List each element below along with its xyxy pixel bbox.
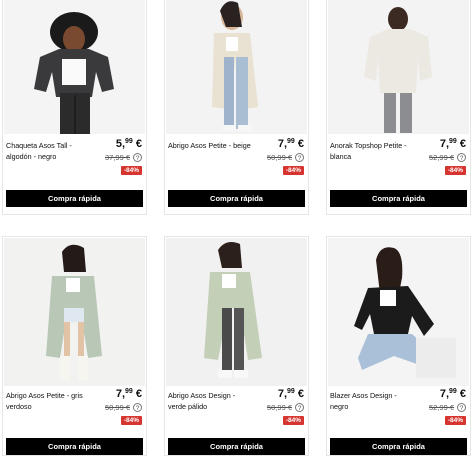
model-photo-pale-green-coat — [166, 238, 307, 386]
old-price-row: 50,99 € ? — [267, 153, 304, 162]
model-photo-black-jacket — [4, 0, 145, 134]
product-card[interactable]: Abrigo Asos Petite - beige 7,99 € 50,99 … — [164, 0, 309, 215]
product-price: 7,99 € — [277, 138, 304, 150]
discount-badge: -84% — [444, 416, 466, 425]
quick-buy-button[interactable]: Compra rápida — [330, 438, 467, 455]
old-price: 52,99 € — [428, 153, 454, 162]
old-price-row: 37,99 € ? — [105, 153, 142, 162]
product-price: 7,99 € — [439, 388, 466, 400]
product-name[interactable]: Chaqueta Asos Tall - algodón - negro — [6, 140, 92, 162]
model-photo-black-blazer — [328, 238, 469, 386]
product-card[interactable]: Abrigo Asos Design - verde pálido 7,99 €… — [164, 236, 309, 456]
product-image[interactable] — [328, 238, 469, 386]
info-icon[interactable]: ? — [133, 403, 142, 412]
info-icon[interactable]: ? — [295, 403, 304, 412]
old-price: 37,99 € — [104, 153, 130, 162]
old-price-row: 50,99 € ? — [105, 403, 142, 412]
discount-badge: -84% — [282, 166, 304, 175]
quick-buy-button[interactable]: Compra rápida — [6, 438, 143, 455]
old-price: 50,99 € — [266, 403, 292, 412]
product-card[interactable]: Blazer Asos Design - negro 7,99 € 52,99 … — [326, 236, 471, 456]
quick-buy-button[interactable]: Compra rápida — [168, 190, 305, 207]
quick-buy-button[interactable]: Compra rápida — [330, 190, 467, 207]
discount-badge: -84% — [120, 166, 142, 175]
product-image[interactable] — [328, 0, 469, 134]
old-price: 52,99 € — [428, 403, 454, 412]
product-card[interactable]: Abrigo Asos Petite - gris verdoso 7,99 €… — [2, 236, 147, 456]
info-icon[interactable]: ? — [457, 153, 466, 162]
info-icon[interactable]: ? — [295, 153, 304, 162]
product-price: 7,99 € — [115, 388, 142, 400]
product-card[interactable]: Chaqueta Asos Tall - algodón - negro 5,9… — [2, 0, 147, 215]
product-image[interactable] — [166, 238, 307, 386]
product-name[interactable]: Abrigo Asos Design - verde pálido — [168, 390, 254, 412]
model-photo-white-anorak — [328, 0, 469, 134]
model-photo-beige-coat — [166, 0, 307, 134]
old-price-row: 50,99 € ? — [267, 403, 304, 412]
product-image[interactable] — [4, 0, 145, 134]
info-icon[interactable]: ? — [457, 403, 466, 412]
product-image[interactable] — [166, 0, 307, 134]
product-price: 7,99 € — [439, 138, 466, 150]
product-name[interactable]: Anorak Topshop Petite - blanca — [330, 140, 416, 162]
old-price: 50,99 € — [104, 403, 130, 412]
old-price-row: 52,99 € ? — [429, 153, 466, 162]
discount-badge: -84% — [444, 166, 466, 175]
old-price: 50,99 € — [266, 153, 292, 162]
product-image[interactable] — [4, 238, 145, 386]
product-name[interactable]: Blazer Asos Design - negro — [330, 390, 416, 412]
quick-buy-button[interactable]: Compra rápida — [168, 438, 305, 455]
discount-badge: -84% — [282, 416, 304, 425]
model-photo-grey-green-coat — [4, 238, 145, 386]
product-name[interactable]: Abrigo Asos Petite - beige — [168, 140, 254, 151]
info-icon[interactable]: ? — [133, 153, 142, 162]
product-price: 5,99 € — [115, 138, 142, 150]
product-card[interactable]: Anorak Topshop Petite - blanca 7,99 € 52… — [326, 0, 471, 215]
old-price-row: 52,99 € ? — [429, 403, 466, 412]
product-price: 7,99 € — [277, 388, 304, 400]
product-name[interactable]: Abrigo Asos Petite - gris verdoso — [6, 390, 92, 412]
discount-badge: -84% — [120, 416, 142, 425]
quick-buy-button[interactable]: Compra rápida — [6, 190, 143, 207]
